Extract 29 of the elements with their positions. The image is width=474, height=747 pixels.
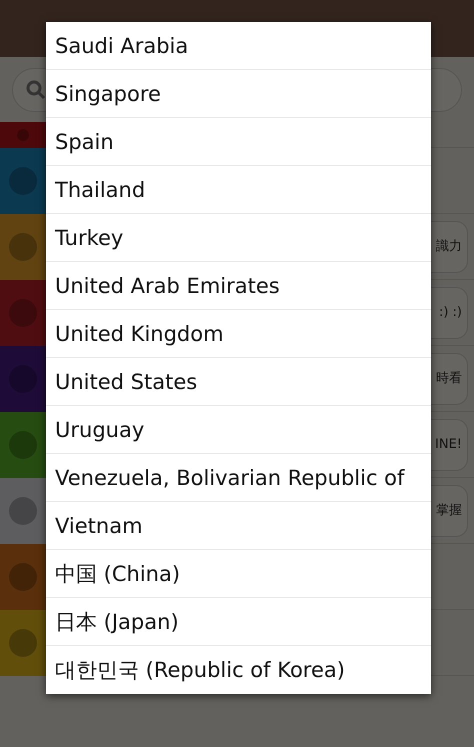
app-tile-icon[interactable] [0,214,46,280]
app-tile-icon[interactable] [0,412,46,478]
country-option[interactable]: Singapore [46,70,431,118]
country-option[interactable]: 대한민국 (Republic of Korea) [46,646,431,694]
app-tile-icon[interactable] [0,478,46,544]
app-description: 識力 [436,238,462,256]
app-description: 時看 [436,370,462,388]
app-tile-icon[interactable] [0,122,46,148]
app-description: INE! [435,436,462,454]
country-option[interactable]: Vietnam [46,502,431,550]
country-option[interactable]: Saudi Arabia [46,22,431,70]
app-description: :) :) [438,304,462,322]
app-tile-icon[interactable] [0,544,46,610]
app-tile-icon[interactable] [0,610,46,676]
country-option[interactable]: United Arab Emirates [46,262,431,310]
country-option[interactable]: Turkey [46,214,431,262]
country-option[interactable]: United Kingdom [46,310,431,358]
country-option[interactable]: Thailand [46,166,431,214]
app-tile-icon[interactable] [0,148,46,214]
app-description: 掌握 [436,502,462,520]
country-option[interactable]: Venezuela, Bolivarian Republic of [46,454,431,502]
app-tile-icon[interactable] [0,280,46,346]
app-tile-icon[interactable] [0,346,46,412]
country-option[interactable]: 日本 (Japan) [46,598,431,646]
country-option[interactable]: Uruguay [46,406,431,454]
country-option[interactable]: United States [46,358,431,406]
search-icon [25,78,47,100]
country-option[interactable]: Spain [46,118,431,166]
country-option[interactable]: 中国 (China) [46,550,431,598]
